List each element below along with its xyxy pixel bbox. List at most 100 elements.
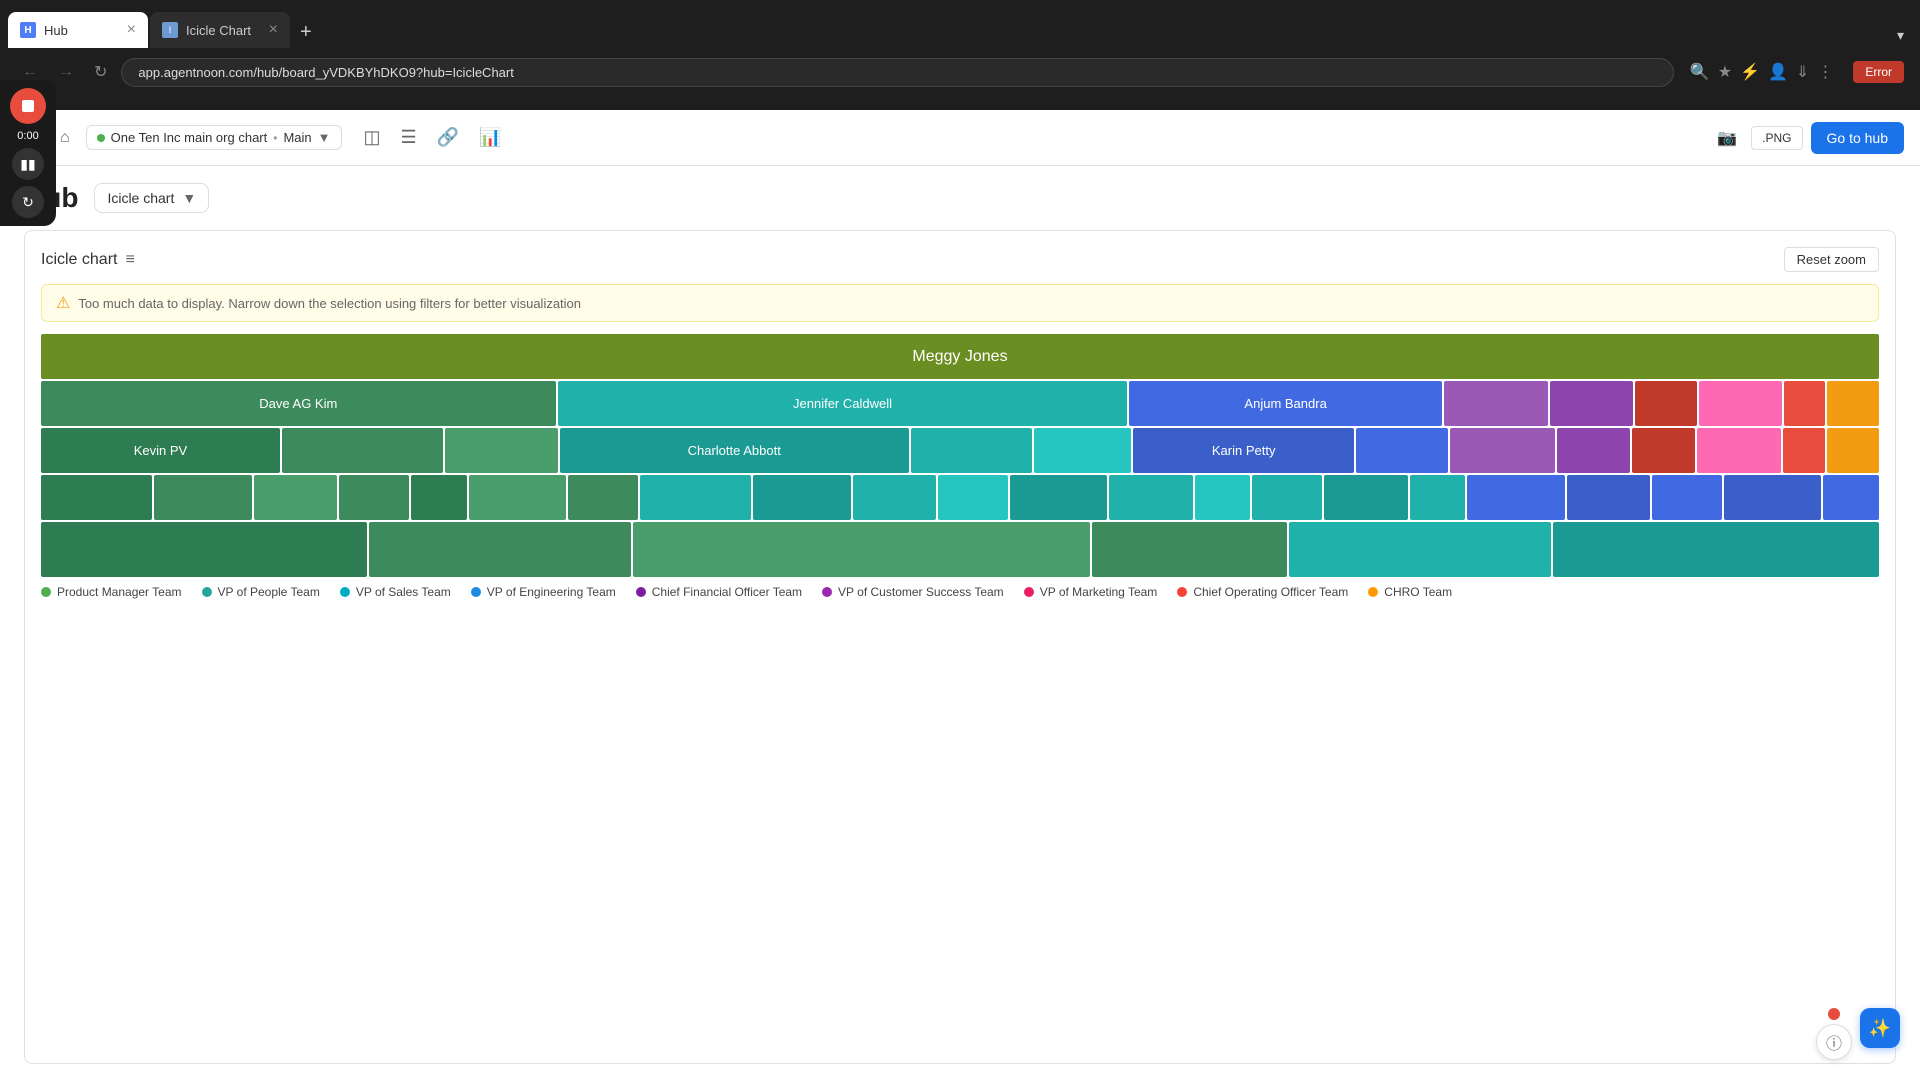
breadcrumb[interactable]: One Ten Inc main org chart • Main ▼ [86, 125, 342, 150]
home-button[interactable]: ⌂ [56, 125, 74, 151]
icicle-root-node[interactable]: Meggy Jones [41, 334, 1879, 379]
extensions-icon[interactable]: ⚡ [1740, 62, 1760, 82]
l4-blue-5[interactable] [1823, 475, 1879, 520]
icicle-node-kevin[interactable]: Kevin PV [41, 428, 280, 473]
l4-green-1[interactable] [41, 475, 152, 520]
l4-green-6[interactable] [469, 475, 566, 520]
url-bar[interactable]: app.agentnoon.com/hub/board_yVDKBYhDKO9?… [121, 58, 1673, 87]
info-button[interactable]: ⓘ [1816, 1024, 1852, 1060]
icicle-node-anjum[interactable]: Anjum Bandra [1129, 381, 1441, 426]
download-icon[interactable]: ⇓ [1796, 62, 1809, 82]
l4-green-3[interactable] [254, 475, 338, 520]
icicle-dave-sub-1[interactable] [282, 428, 443, 473]
l5-4[interactable] [1092, 522, 1288, 577]
stats-icon-btn[interactable]: 📊 [473, 123, 507, 152]
legend-label-1: VP of People Team [218, 585, 320, 599]
recording-pause-button[interactable]: ▮▮ [12, 148, 44, 180]
notification-dot [1828, 1008, 1840, 1020]
tab-icicle-close[interactable]: × [269, 22, 278, 38]
chart-icon-btn[interactable]: ◫ [358, 123, 387, 152]
icicle-node-jennifer[interactable]: Jennifer Caldwell [558, 381, 1128, 426]
l4-teal-8[interactable] [1252, 475, 1322, 520]
l5-2[interactable] [369, 522, 630, 577]
l4-teal-5[interactable] [1010, 475, 1107, 520]
icicle-other-node-2[interactable] [1550, 381, 1633, 426]
l3-other-4[interactable] [1697, 428, 1781, 473]
reset-zoom-button[interactable]: Reset zoom [1784, 247, 1879, 272]
bookmark-icon[interactable]: ★ [1718, 62, 1732, 82]
refresh-button[interactable]: ↻ [88, 58, 113, 86]
l4-blue-1[interactable] [1467, 475, 1564, 520]
chart-type-selector[interactable]: Icicle chart ▼ [94, 183, 209, 213]
l5-3[interactable] [633, 522, 1090, 577]
l5-5[interactable] [1289, 522, 1550, 577]
recording-reset-button[interactable]: ↻ [12, 186, 44, 218]
l4-green-4[interactable] [339, 475, 409, 520]
icicle-dave-sub-nodes [282, 428, 558, 473]
error-button[interactable]: Error [1853, 61, 1904, 83]
recording-stop-button[interactable] [10, 88, 46, 124]
bottom-right-controls: ⓘ ✨ [1816, 1008, 1900, 1060]
l4-blue-3[interactable] [1652, 475, 1722, 520]
icicle-other-node-5[interactable] [1784, 381, 1825, 426]
forward-button[interactable]: → [52, 59, 80, 85]
l4-green-5[interactable] [411, 475, 467, 520]
l4-blue-2[interactable] [1567, 475, 1651, 520]
share-icon-btn[interactable]: 🔗 [431, 123, 465, 152]
address-bar: ← → ↻ app.agentnoon.com/hub/board_yVDKBY… [0, 48, 1920, 96]
profile-icon[interactable]: 👤 [1768, 62, 1788, 82]
l3-other-2[interactable] [1557, 428, 1630, 473]
icicle-node-karin[interactable]: Karin Petty [1133, 428, 1354, 473]
icicle-other-node-6[interactable] [1827, 381, 1879, 426]
icicle-other-node-3[interactable] [1635, 381, 1697, 426]
legend-dot-1 [202, 587, 212, 597]
recording-widget: 0:00 ▮▮ ↻ [0, 80, 56, 226]
icicle-anjum-sub-nodes [1356, 428, 1448, 473]
l4-teal-4[interactable] [938, 475, 1008, 520]
list-icon-btn[interactable]: ☰ [395, 123, 423, 152]
l4-green-7[interactable] [568, 475, 638, 520]
filter-icon[interactable]: ≡ [125, 251, 134, 269]
menu-icon[interactable]: ⋮ [1817, 62, 1833, 82]
icicle-dave-sub-2[interactable] [445, 428, 558, 473]
icicle-anjum-sub-c[interactable] [1356, 428, 1448, 473]
l4-teal-6[interactable] [1109, 475, 1193, 520]
search-icon[interactable]: 🔍 [1690, 62, 1710, 82]
ai-sparkle-button[interactable]: ✨ [1860, 1008, 1900, 1048]
l4-green-2[interactable] [154, 475, 251, 520]
l3-other-3[interactable] [1632, 428, 1695, 473]
tab-icicle-label: Icicle Chart [186, 23, 251, 38]
browser-icons: 🔍 ★ ⚡ 👤 ⇓ ⋮ [1682, 62, 1842, 82]
icicle-other-node-4[interactable] [1699, 381, 1782, 426]
app-toolbar: ⌂ One Ten Inc main org chart • Main ▼ ◫ … [0, 110, 1920, 166]
stop-icon [22, 100, 34, 112]
l4-teal-2[interactable] [753, 475, 850, 520]
go-to-hub-button[interactable]: Go to hub [1811, 122, 1905, 154]
breadcrumb-org-label: One Ten Inc main org chart [111, 130, 268, 145]
icicle-other-node-1[interactable] [1444, 381, 1548, 426]
l4-teal-1[interactable] [640, 475, 751, 520]
icicle-jennifer-sub-d[interactable] [1034, 428, 1131, 473]
tab-hub[interactable]: H Hub × [8, 12, 148, 48]
breadcrumb-dropdown-icon[interactable]: ▼ [318, 130, 331, 145]
icicle-node-dave[interactable]: Dave AG Kim [41, 381, 556, 426]
png-export-button[interactable]: .PNG [1751, 126, 1802, 150]
tab-dropdown[interactable]: ▾ [1889, 23, 1912, 48]
icicle-node-charlotte[interactable]: Charlotte Abbott [560, 428, 909, 473]
l4-teal-9[interactable] [1324, 475, 1408, 520]
l5-6[interactable] [1553, 522, 1879, 577]
l3-other-1[interactable] [1450, 428, 1555, 473]
l5-1[interactable] [41, 522, 367, 577]
l4-blue-4[interactable] [1724, 475, 1821, 520]
icicle-jennifer-sub-c[interactable] [911, 428, 1032, 473]
tab-hub-close[interactable]: × [127, 22, 136, 38]
l4-teal-7[interactable] [1195, 475, 1251, 520]
tab-icicle[interactable]: I Icicle Chart × [150, 12, 290, 48]
l3-other-6[interactable] [1827, 428, 1879, 473]
l4-teal-10[interactable] [1410, 475, 1466, 520]
l4-teal-3[interactable] [853, 475, 937, 520]
new-tab-button[interactable]: + [292, 17, 320, 48]
l3-other-5[interactable] [1783, 428, 1825, 473]
icicle-level-4 [41, 475, 1879, 520]
camera-icon-btn[interactable]: 📷 [1711, 124, 1743, 152]
